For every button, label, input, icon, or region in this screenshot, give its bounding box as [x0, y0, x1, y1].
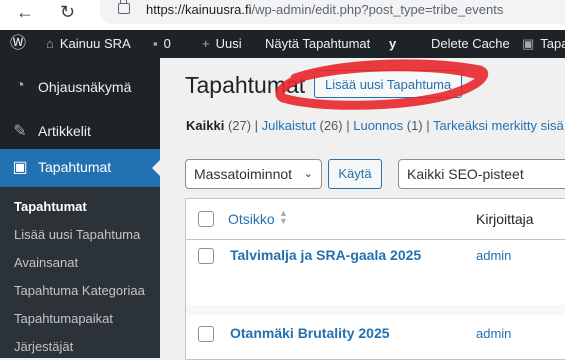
plus-icon: +: [202, 36, 210, 51]
pushpin-icon: ✎: [13, 123, 27, 140]
row-checkbox[interactable]: [198, 248, 214, 264]
filter-drafts[interactable]: Luonnos: [353, 118, 403, 133]
view-events-link[interactable]: Näytä Tapahtumat: [265, 30, 370, 58]
filter-published-count: (26): [319, 118, 343, 133]
wordpress-logo-icon[interactable]: Ⓦ: [10, 30, 26, 58]
url-host: https://kainuusra.fi: [146, 2, 252, 17]
site-name-link[interactable]: ⌂ Kainuu SRA: [46, 30, 131, 58]
submenu-item-tags[interactable]: Avainsanat: [14, 255, 78, 270]
back-arrow-icon[interactable]: ←: [16, 2, 34, 23]
submenu-item-add-new[interactable]: Lisää uusi Tapahtuma: [14, 227, 140, 242]
submenu-item-venues[interactable]: Tapahtumapaikat: [14, 311, 113, 326]
status-filters: Kaikki (27) | Julkaistut (26) | Luonnos …: [186, 118, 564, 133]
main-content: Tapahtumat Lisää uusi Tapahtuma Kaikki (…: [160, 58, 565, 360]
events-table: Otsikko ▲ ▼ Kirjoittaja Talvimalja ja SRA…: [185, 198, 565, 360]
sidebar-item-label: Ohjausnäkymä: [38, 79, 132, 95]
submenu-item-organizers[interactable]: Järjestäjät: [14, 339, 73, 354]
select-all-checkbox[interactable]: [198, 211, 214, 227]
sidebar-item-dashboard[interactable]: ◔ Ohjausnäkymä: [0, 69, 160, 107]
new-label: Uusi: [215, 36, 242, 51]
admin-sidebar: ◔ Ohjausnäkymä ✎ Artikkelit ▣ Tapahtumat…: [0, 58, 160, 358]
admin-bar: Ⓦ ⌂ Kainuu SRA ▪ 0 + Uusi Näytä Tapahtumat …: [0, 30, 565, 58]
sort-icon[interactable]: ▲ ▼: [279, 209, 288, 226]
filter-cornerstone[interactable]: Tarkeäksi merkitty sisä: [433, 118, 564, 133]
table-header: Otsikko ▲ ▼ Kirjoittaja: [186, 199, 565, 240]
events-menu-label: Tapa: [540, 36, 565, 51]
site-name: Kainuu SRA: [59, 36, 131, 51]
url-text: https://kainuusra.fi/wp-admin/edit.php?p…: [146, 2, 503, 17]
event-title-link[interactable]: Otanmäki Brutality 2025: [230, 325, 390, 341]
filter-all-count: (27): [227, 118, 252, 133]
apply-button[interactable]: Käytä: [328, 159, 382, 189]
calendar-icon: ▣: [522, 36, 535, 51]
chevron-down-icon: ⌄: [303, 168, 313, 180]
event-title-link[interactable]: Talvimalja ja SRA-gaala 2025: [230, 247, 421, 263]
seo-score-value: Kaikki SEO-pisteet: [407, 166, 524, 182]
browser-toolbar: ← ↻ https://kainuusra.fi/wp-admin/edit.p…: [0, 0, 565, 30]
column-title[interactable]: Otsikko: [228, 211, 275, 227]
sidebar-item-events[interactable]: ▣ Tapahtumat: [0, 149, 160, 187]
comments-link[interactable]: ▪ 0: [153, 30, 171, 58]
bulk-actions-value: Massatoiminnot: [194, 166, 293, 182]
row-divider: [186, 305, 565, 315]
row-checkbox[interactable]: [198, 326, 214, 342]
filter-all[interactable]: Kaikki: [186, 118, 224, 133]
filter-drafts-count: (1): [406, 118, 423, 133]
yoast-icon[interactable]: y: [389, 30, 396, 58]
new-content-link[interactable]: + Uusi: [202, 30, 242, 58]
submenu-item-categories[interactable]: Tapahtuma Kategoriaa: [14, 283, 145, 298]
lock-icon: [118, 0, 130, 14]
sidebar-item-label: Artikkelit: [38, 123, 91, 139]
reload-icon[interactable]: ↻: [60, 2, 75, 23]
event-author-link[interactable]: admin: [476, 248, 511, 263]
submenu-item-all-events[interactable]: Tapahtumat: [14, 199, 87, 214]
events-menu-link[interactable]: ▣ Tapa: [522, 30, 565, 58]
sidebar-item-label: Tapahtumat: [38, 159, 112, 175]
column-author: Kirjoittaja: [476, 211, 534, 227]
dashboard-icon: ◔: [15, 77, 25, 94]
filter-published[interactable]: Julkaistut: [262, 118, 316, 133]
bulk-actions-select[interactable]: Massatoiminnot ⌄: [185, 159, 322, 189]
home-icon: ⌂: [46, 36, 54, 51]
comments-count: 0: [163, 36, 171, 51]
annotation-scribble: [275, 59, 489, 110]
address-bar[interactable]: https://kainuusra.fi/wp-admin/edit.php?p…: [100, 0, 565, 24]
events-submenu: Tapahtumat Lisää uusi Tapahtuma Avainsan…: [0, 187, 160, 358]
sidebar-item-posts[interactable]: ✎ Artikkelit: [0, 113, 160, 151]
seo-score-select[interactable]: Kaikki SEO-pisteet: [398, 159, 565, 189]
annotation-stroke: [275, 59, 489, 110]
url-path: /wp-admin/edit.php?post_type=tribe_event…: [251, 2, 504, 17]
calendar-icon: ▣: [12, 159, 28, 176]
event-author-link[interactable]: admin: [476, 326, 511, 341]
comment-icon: ▪: [153, 36, 158, 51]
delete-cache-link[interactable]: Delete Cache: [431, 30, 510, 58]
